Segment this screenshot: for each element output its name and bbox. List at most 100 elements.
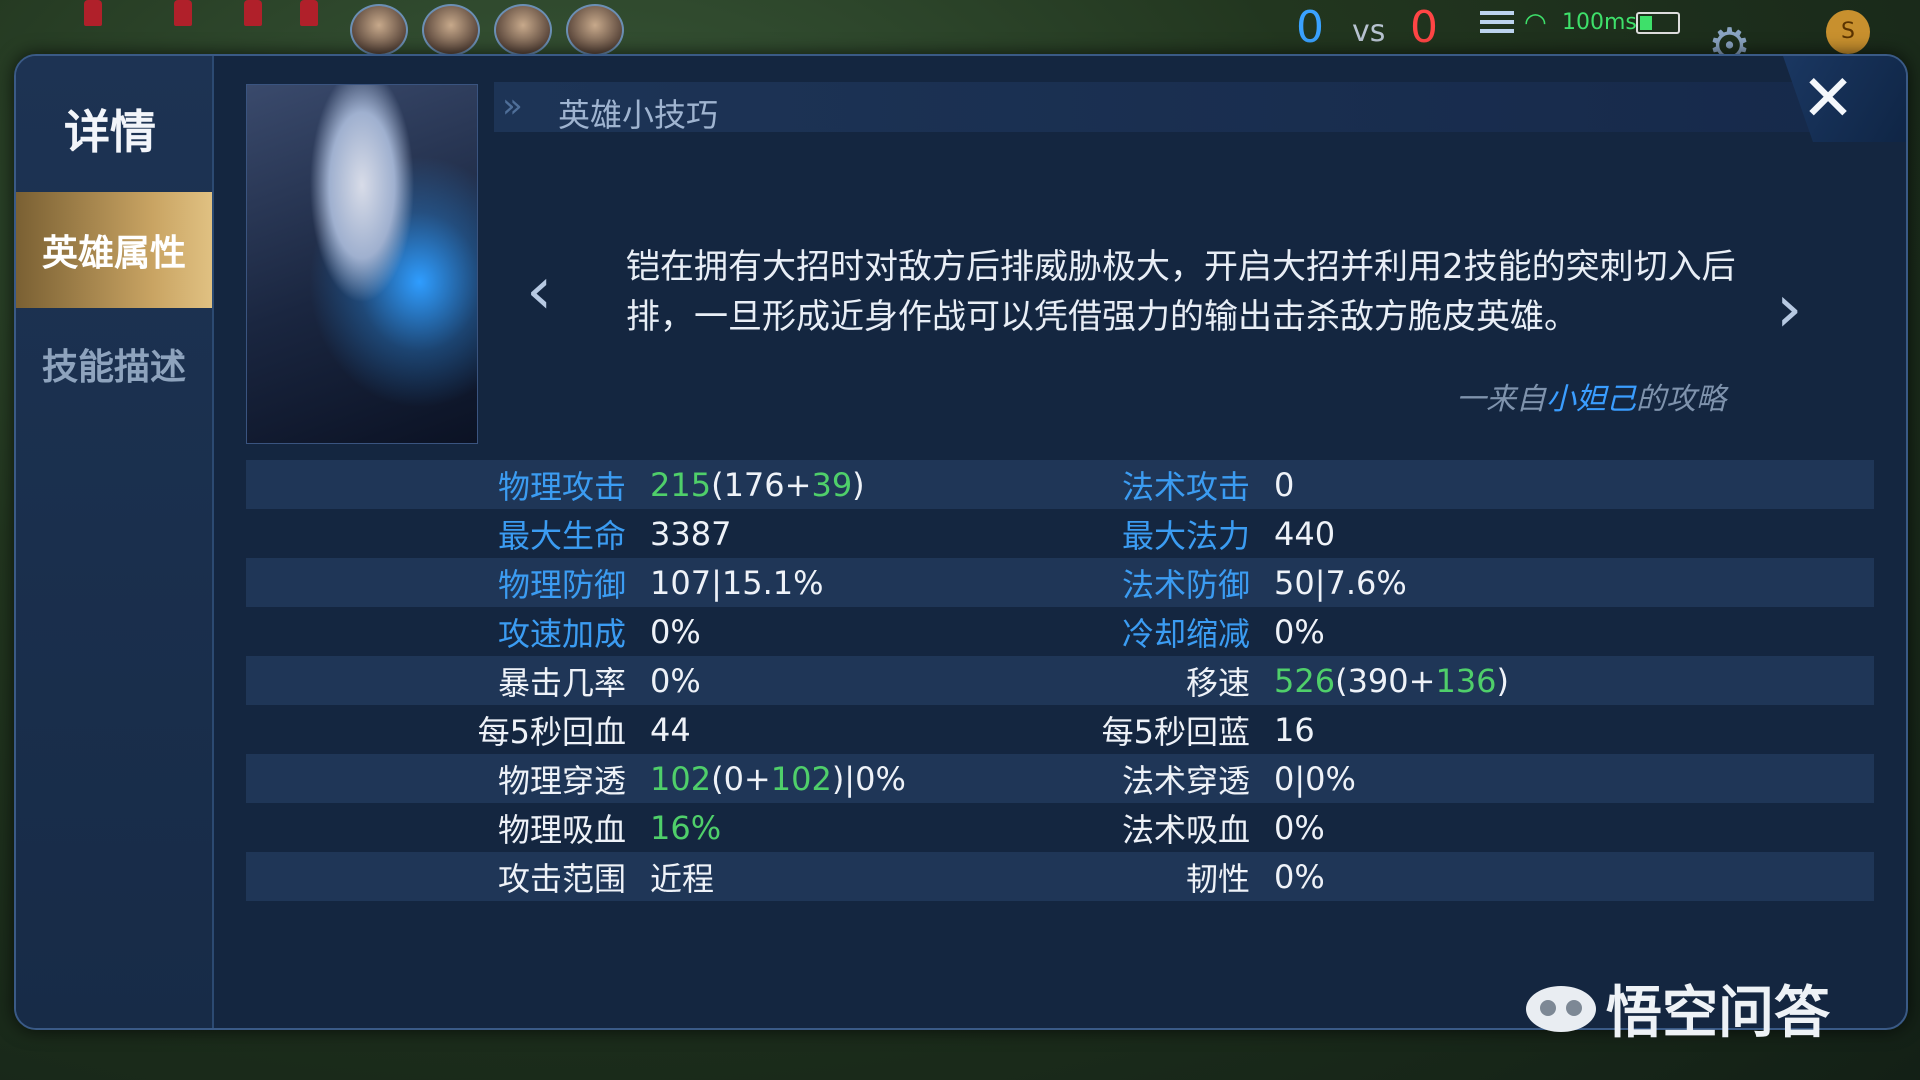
stat-value-part: 526 (1274, 661, 1336, 700)
stat-value: 107|15.1% (650, 564, 1050, 602)
stat-label: 法术穿透 (1121, 761, 1250, 800)
menu-icon[interactable] (1480, 6, 1514, 40)
stat-label: 最大生命 (497, 516, 626, 555)
tab-skill-description[interactable]: 技能描述 (16, 306, 212, 422)
stat-row: 物理攻击 215(176+39) 法术攻击 0 (246, 460, 1874, 509)
stat-label: 物理防御 (497, 565, 626, 604)
stat-value-part: 136 (1435, 661, 1497, 700)
tips-title: 英雄小技巧 (558, 96, 719, 134)
stat-value: 0% (1274, 613, 1774, 651)
tip-text: 铠在拥有大招时对敌方后排威胁极大，开启大招并利用2技能的突刺切入后排，一旦形成近… (626, 247, 1736, 337)
stat-label: 物理攻击 (497, 467, 626, 506)
stat-value-part: 215 (650, 465, 712, 504)
chess-piece-icon (300, 0, 318, 26)
tab-hero-attributes[interactable]: 英雄属性 (16, 192, 212, 308)
stat-value: 0|0% (1274, 760, 1774, 798)
next-tip-icon[interactable]: › (1776, 270, 1802, 347)
stat-label: 法术攻击 (1121, 467, 1250, 506)
stat-row: 暴击几率 0% 移速 526(390+136) (246, 656, 1874, 705)
stat-value-part: 0% (650, 612, 701, 651)
stat-label: 物理穿透 (497, 761, 626, 800)
stat-value-part: 44 (650, 710, 691, 749)
hero-avatar (350, 4, 408, 56)
score-blue: 0 (1296, 2, 1324, 53)
stat-row: 每5秒回血 44 每5秒回蓝 16 (246, 705, 1874, 754)
stat-value-part: 102 (650, 759, 712, 798)
stat-value-part: 0% (1274, 612, 1325, 651)
stat-row: 物理防御 107|15.1% 法术防御 50|7.6% (246, 558, 1874, 607)
prev-tip-icon[interactable]: ‹ (526, 252, 552, 329)
coin-bag-icon[interactable]: S (1826, 10, 1870, 54)
hero-portrait (246, 84, 478, 444)
tip-source-prefix: 一来自 (1456, 382, 1546, 417)
close-icon[interactable]: ✕ (1758, 64, 1898, 134)
stat-value: 44 (650, 711, 1050, 749)
stat-value-part: 0% (650, 661, 701, 700)
stat-label: 韧性 (1185, 859, 1250, 898)
stat-value-part: 107|15.1% (650, 563, 824, 602)
hero-detail-panel: 详情 英雄属性 技能描述 » 英雄小技巧 ✕ ‹ 铠在拥有大招时对敌方后排威胁极… (14, 54, 1908, 1030)
stat-label: 法术防御 (1121, 565, 1250, 604)
stat-value-part: 102 (770, 759, 832, 798)
stat-value-part: 0% (1274, 808, 1325, 847)
stat-value: 0% (1274, 809, 1774, 847)
stat-label: 每5秒回蓝 (1101, 712, 1250, 751)
stat-value: 0% (650, 662, 1050, 700)
score-red: 0 (1410, 2, 1438, 53)
chess-piece-icon (174, 0, 192, 26)
stat-row: 攻速加成 0% 冷却缩减 0% (246, 607, 1874, 656)
stat-row: 物理穿透 102(0+102)|0% 法术穿透 0|0% (246, 754, 1874, 803)
stat-value-part: 440 (1274, 514, 1336, 553)
stat-value: 近程 (650, 854, 1050, 900)
battery-icon (1636, 12, 1680, 34)
stat-row: 最大生命 3387 最大法力 440 (246, 509, 1874, 558)
stat-value: 50|7.6% (1274, 564, 1774, 602)
stat-value-part: 3387 (650, 514, 732, 553)
stat-value: 102(0+102)|0% (650, 760, 1050, 798)
top-hud: 0 vs 0 ◠ 100ms ⚙ S (0, 0, 1920, 74)
stat-value: 16 (1274, 711, 1774, 749)
stat-value-part: 39 (811, 465, 853, 504)
stat-value-part: 0|0% (1274, 759, 1356, 798)
stat-row: 物理吸血 16% 法术吸血 0% (246, 803, 1874, 852)
stat-value: 0% (650, 613, 1050, 651)
stat-value-part: 0 (1274, 465, 1295, 504)
team-hero-avatars (350, 4, 624, 56)
stat-label: 攻击范围 (497, 859, 626, 898)
stat-value-part: 16% (650, 808, 722, 847)
stat-label: 攻速加成 (497, 614, 626, 653)
stat-value: 0% (1274, 858, 1774, 896)
stat-value-part: ) (852, 465, 865, 504)
chevron-right-icon: » (502, 86, 523, 126)
watermark: 悟空问答 (1526, 968, 1830, 1049)
tip-source-author[interactable]: 小妲己 (1546, 382, 1636, 417)
stat-value-part: )|0% (831, 759, 906, 798)
tip-source: 一来自小妲己的攻略 (1456, 374, 1726, 418)
stat-value-part: 0% (1274, 857, 1325, 896)
chess-piece-icon (84, 0, 102, 26)
stat-value: 3387 (650, 515, 1050, 553)
stats-table: 物理攻击 215(176+39) 法术攻击 0 最大生命 3387 最大法力 440 物理防御 1… (246, 460, 1874, 901)
stat-value: 0 (1274, 466, 1774, 504)
stat-value: 526(390+136) (1274, 662, 1774, 700)
stat-row: 攻击范围 近程 韧性 0% (246, 852, 1874, 901)
stat-value-part: 近程 (650, 859, 715, 898)
stat-value: 215(176+39) (650, 466, 1050, 504)
stat-label: 每5秒回血 (477, 712, 626, 751)
wukong-logo-icon (1526, 985, 1596, 1032)
chess-piece-icon (244, 0, 262, 26)
wifi-icon: ◠ (1524, 8, 1547, 38)
stat-value-part: 16 (1274, 710, 1315, 749)
score-vs: vs (1352, 14, 1386, 49)
stat-value-part: (390+ (1335, 661, 1436, 700)
hero-avatar (566, 4, 624, 56)
stat-value-part: 50|7.6% (1274, 563, 1407, 602)
tip-source-suffix: 的攻略 (1636, 382, 1726, 417)
stat-value-part: ) (1496, 661, 1510, 700)
stat-label: 暴击几率 (497, 663, 626, 702)
stat-label: 冷却缩减 (1121, 614, 1250, 653)
sidebar: 详情 英雄属性 技能描述 (16, 56, 214, 1028)
sidebar-title: 详情 (64, 105, 156, 159)
stat-label: 最大法力 (1121, 516, 1250, 555)
hero-avatar (494, 4, 552, 56)
